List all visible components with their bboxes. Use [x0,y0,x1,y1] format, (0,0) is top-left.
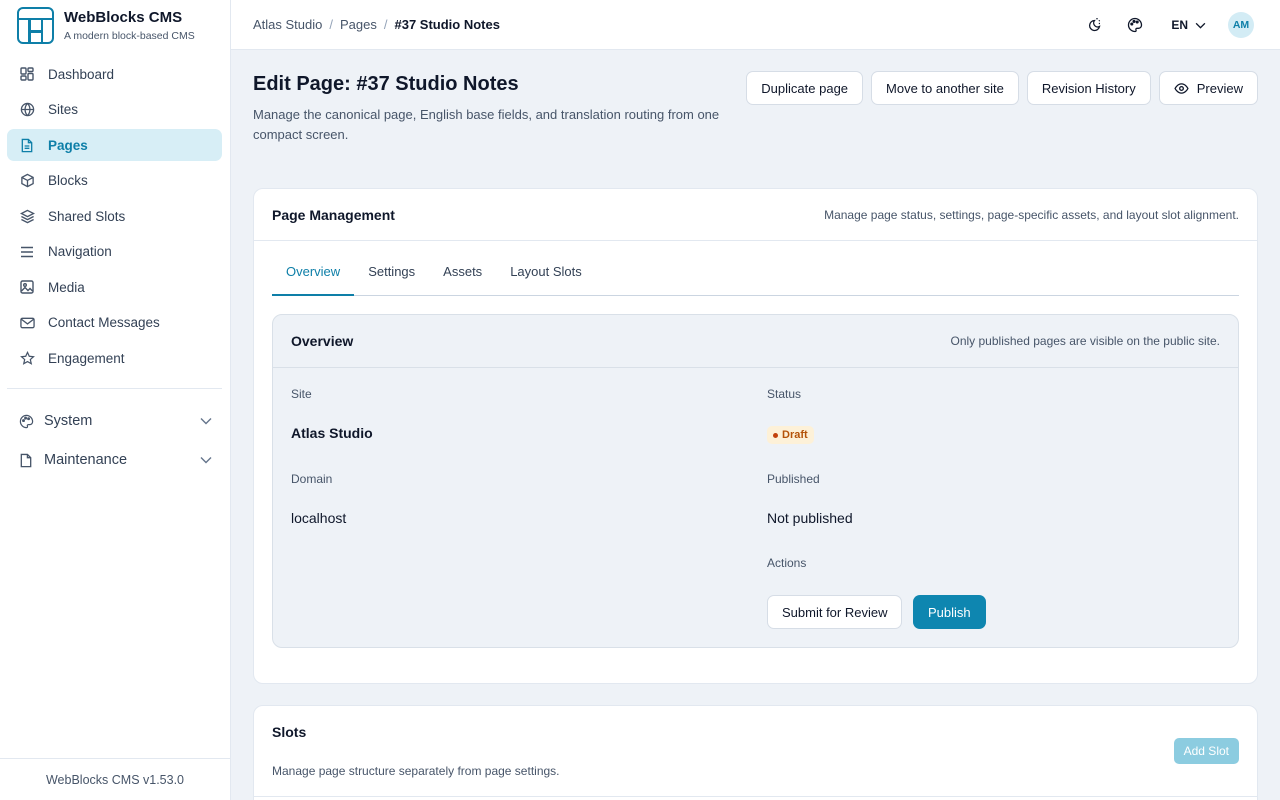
sidebar: WebBlocks CMS A modern block-based CMS D… [0,0,231,800]
tab-layout-slots[interactable]: Layout Slots [496,263,596,296]
sidebar-item-label: Media [48,279,85,295]
publish-button[interactable]: Publish [913,595,986,629]
overview-panel: Overview Only published pages are visibl… [272,314,1239,648]
chevron-down-icon [200,413,212,429]
tab-assets[interactable]: Assets [429,263,496,296]
chevron-down-icon [200,452,212,468]
status-badge: Draft [767,426,814,444]
page-description: Manage the canonical page, English base … [253,107,720,142]
page-actions: Duplicate page Move to another site Revi… [738,71,1258,105]
globe-icon [19,102,35,118]
overview-title: Overview [291,333,354,349]
file-icon [19,137,35,153]
logo-icon [17,6,54,44]
status-label: Status [767,387,802,401]
move-site-button[interactable]: Move to another site [871,71,1019,105]
overview-header: Overview Only published pages are visibl… [273,315,1238,368]
domain-value: localhost [291,510,347,526]
sidebar-group-label: System [44,413,93,429]
sidebar-nav: Dashboard Sites Pages Blocks Shared Slot… [0,50,230,478]
slots-card: Slots Manage page structure separately f… [253,705,1258,800]
overview-hint: Only published pages are visible on the … [950,334,1221,348]
theme-toggle-icon[interactable] [1083,15,1103,35]
domain-label: Domain [291,472,333,486]
site-label: Site [291,387,312,401]
breadcrumb-pages[interactable]: Pages [340,17,377,32]
published-label: Published [767,472,820,486]
brand-name: WebBlocks CMS [64,8,183,26]
sidebar-item-blocks[interactable]: Blocks [7,165,222,197]
chevron-down-icon [1195,18,1206,32]
duplicate-page-button[interactable]: Duplicate page [746,71,864,105]
sidebar-item-contact-messages[interactable]: Contact Messages [7,307,222,339]
breadcrumb-current: #37 Studio Notes [394,17,500,32]
sidebar-item-media[interactable]: Media [7,271,222,303]
status-dot-icon [773,432,778,438]
sidebar-item-shared-slots[interactable]: Shared Slots [7,200,222,232]
cube-icon [19,173,35,189]
avatar[interactable]: AM [1228,11,1254,38]
mail-icon [19,315,35,331]
site-value: Atlas Studio [291,425,373,441]
sidebar-item-engagement[interactable]: Engagement [7,342,222,374]
sidebar-group-maintenance[interactable]: Maintenance [7,442,222,478]
topbar: Atlas Studio / Pages / #37 Studio Notes … [231,0,1280,50]
brand-tagline: A modern block-based CMS [64,29,195,42]
revision-history-button[interactable]: Revision History [1026,71,1151,105]
eye-icon [1174,82,1189,94]
file-icon [18,452,34,468]
tab-settings[interactable]: Settings [354,263,429,296]
image-icon [19,279,35,295]
add-slot-button[interactable]: Add Slot [1173,738,1239,764]
page-management-header: Page Management Manage page status, sett… [254,189,1257,241]
language-label: EN [1171,17,1188,32]
page-management-hint: Manage page status, settings, page-speci… [824,207,1239,222]
tab-overview[interactable]: Overview [272,263,355,296]
sidebar-item-label: Blocks [48,173,88,188]
layers-icon [19,208,35,224]
topbar-actions: EN AM [1061,11,1280,38]
sidebar-item-label: Sites [48,102,79,117]
sidebar-item-dashboard[interactable]: Dashboard [7,58,222,90]
version-label: WebBlocks CMS v1.53.0 [0,758,230,800]
page-management-card: Page Management Manage page status, sett… [253,188,1258,684]
breadcrumb-site[interactable]: Atlas Studio [253,17,322,32]
breadcrumb: Atlas Studio / Pages / #37 Studio Notes [253,17,500,32]
sidebar-divider [7,388,222,389]
page-tabs: Overview Settings Assets Layout Slots [272,263,1239,296]
star-icon [19,350,35,366]
sidebar-item-label: Navigation [48,244,112,259]
sidebar-item-label: Engagement [48,350,125,366]
sidebar-group-system[interactable]: System [7,403,222,439]
dashboard-icon [19,66,35,82]
palette-icon[interactable] [1125,15,1145,35]
sidebar-item-navigation[interactable]: Navigation [7,236,222,268]
breadcrumb-separator: / [383,17,388,32]
breadcrumb-separator: / [329,17,333,32]
sidebar-item-label: Shared Slots [48,208,126,224]
slots-description: Manage page structure separately from pa… [272,764,560,778]
main-content: Edit Page: #37 Studio Notes Manage the c… [231,50,1280,800]
actions-label: Actions [767,556,807,570]
sidebar-item-pages[interactable]: Pages [7,129,222,161]
sidebar-item-label: Dashboard [48,66,115,82]
menu-icon [19,244,35,260]
language-selector[interactable]: EN [1171,18,1206,32]
slots-divider [254,796,1257,797]
brand[interactable]: WebBlocks CMS A modern block-based CMS [0,0,230,50]
palette-icon [18,413,34,429]
sidebar-item-sites[interactable]: Sites [7,94,222,126]
status-value: Draft [782,429,808,441]
page-title: Edit Page: #37 Studio Notes [253,73,519,95]
preview-button[interactable]: Preview [1158,71,1258,105]
slots-title: Slots [272,724,307,740]
sidebar-group-label: Maintenance [44,452,128,468]
page-management-title: Page Management [272,206,395,223]
submit-review-button[interactable]: Submit for Review [767,595,903,629]
preview-label: Preview [1196,80,1243,96]
sidebar-item-label: Contact Messages [48,315,160,330]
published-value: Not published [767,510,853,526]
sidebar-item-label: Pages [48,137,88,153]
